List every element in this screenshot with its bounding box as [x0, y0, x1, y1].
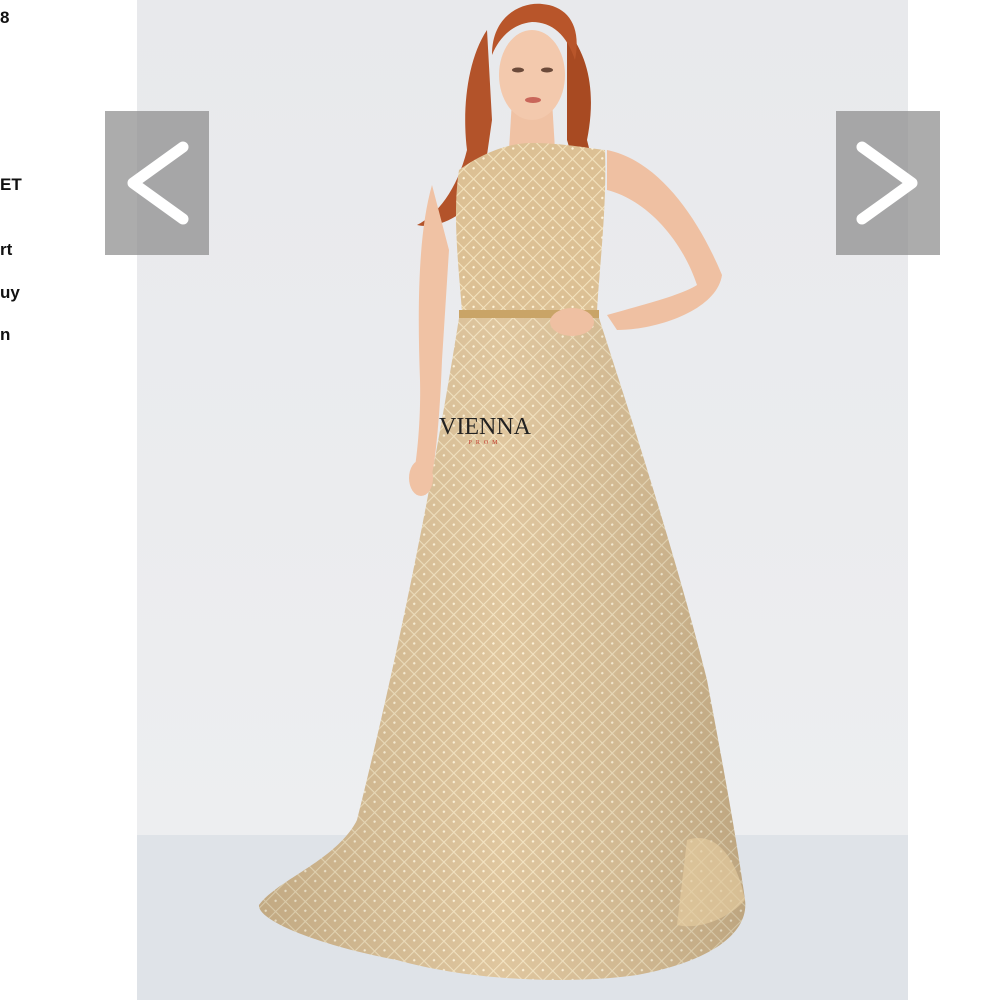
sidebar-text-1: 8	[0, 8, 10, 27]
brand-subtitle: PROM	[468, 440, 502, 446]
brand-watermark: VIENNA PROM	[439, 414, 531, 447]
product-image: VIENNA PROM	[137, 0, 908, 1000]
brand-name: VIENNA	[439, 414, 531, 440]
sidebar-text-4[interactable]: uy	[0, 283, 20, 303]
next-image-button[interactable]	[836, 111, 940, 255]
sidebar-text-2[interactable]: ET	[0, 175, 22, 195]
sidebar-text-5[interactable]: n	[0, 325, 10, 345]
sidebar: 8 ET rt uy n	[0, 0, 60, 1000]
previous-image-button[interactable]	[105, 111, 209, 255]
dress-illustration	[137, 0, 908, 1000]
page: 8 ET rt uy n VIENNA PROM	[0, 0, 1000, 1000]
chevron-right-icon	[856, 141, 918, 225]
sidebar-text-3[interactable]: rt	[0, 240, 12, 260]
chevron-left-icon	[127, 141, 189, 225]
